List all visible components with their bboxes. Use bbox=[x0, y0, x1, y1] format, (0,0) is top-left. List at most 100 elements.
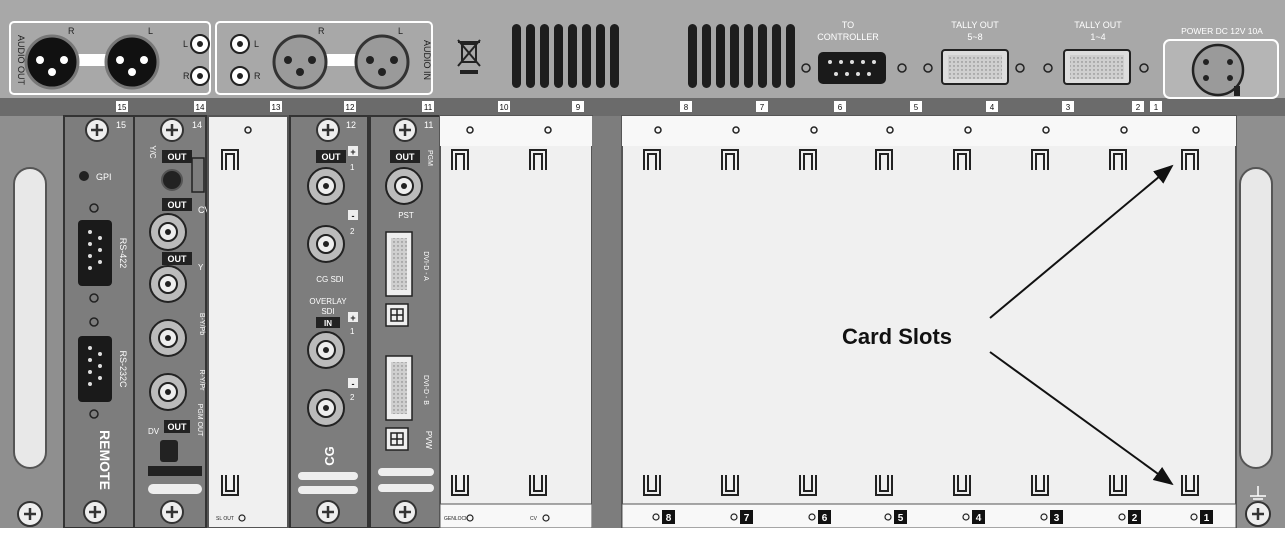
vent-slot bbox=[526, 24, 535, 88]
svg-text:PST: PST bbox=[398, 211, 414, 220]
svg-text:DV: DV bbox=[148, 427, 160, 436]
svg-text:-: - bbox=[352, 211, 355, 221]
slot-number-label: 7 bbox=[760, 103, 765, 112]
svg-text:+: + bbox=[350, 147, 355, 157]
vent-slot bbox=[540, 24, 549, 88]
vent-slot bbox=[688, 24, 697, 88]
svg-text:OUT: OUT bbox=[168, 152, 188, 162]
card-number-label: 3 bbox=[1054, 513, 1060, 524]
svg-text:1~4: 1~4 bbox=[1090, 32, 1105, 42]
svg-text:AUDIO IN: AUDIO IN bbox=[422, 40, 432, 80]
svg-text:OUT: OUT bbox=[322, 152, 342, 162]
svg-text:IN: IN bbox=[324, 319, 332, 328]
svg-text:SDI: SDI bbox=[321, 307, 334, 316]
vent-slot bbox=[554, 24, 563, 88]
slot-number-label: 15 bbox=[118, 103, 127, 112]
left-handle bbox=[13, 167, 47, 469]
slot-number-label: 12 bbox=[346, 103, 355, 112]
vent-slot bbox=[758, 24, 767, 88]
svg-text:L: L bbox=[183, 39, 188, 49]
svg-text:1: 1 bbox=[350, 327, 355, 336]
card-number-label: 4 bbox=[976, 513, 982, 524]
chassis-divider bbox=[592, 116, 622, 528]
svg-text:5~8: 5~8 bbox=[967, 32, 982, 42]
vent-slot bbox=[702, 24, 711, 88]
video-output-card: 14 Y/C OUT OUT CV OUT Y B-Y/Pb R-Y/Pr PG… bbox=[133, 115, 211, 529]
vent-slot bbox=[730, 24, 739, 88]
svg-text:POWER DC 12V 10A: POWER DC 12V 10A bbox=[1181, 26, 1263, 36]
svg-text:R: R bbox=[318, 26, 325, 36]
slot-number-label: 1 bbox=[1154, 103, 1159, 112]
svg-text:SL OUT: SL OUT bbox=[216, 516, 234, 522]
svg-text:TALLY OUT: TALLY OUT bbox=[951, 20, 999, 30]
corner-screw-left bbox=[17, 501, 43, 527]
vent-slot bbox=[716, 24, 725, 88]
svg-text:Y/C: Y/C bbox=[148, 145, 157, 159]
svg-text:CV: CV bbox=[530, 516, 538, 522]
svg-text:PVW: PVW bbox=[424, 431, 433, 450]
svg-text:OUT: OUT bbox=[396, 152, 416, 162]
vent-slot bbox=[568, 24, 577, 88]
svg-text:REMOTE: REMOTE bbox=[97, 430, 113, 490]
cg-card: 12 OUT + 1 - 2 CG SDI OVERLAY SDI IN + 1… bbox=[289, 115, 369, 529]
slot-number-label: 2 bbox=[1136, 103, 1141, 112]
svg-text:GPI: GPI bbox=[96, 172, 112, 182]
rear-panel-diagram: AUDIO OUT R L L R AUDIO IN L R R L TO CO… bbox=[0, 0, 1285, 529]
slot-number-label: 4 bbox=[990, 103, 995, 112]
svg-text:+: + bbox=[350, 313, 355, 323]
remote-card: 15 GPI RS-422 RS-232C REMOTE bbox=[63, 115, 135, 529]
corner-screw-right bbox=[1245, 501, 1271, 527]
svg-text:R-Y/Pr: R-Y/Pr bbox=[198, 370, 205, 392]
svg-text:12: 12 bbox=[346, 120, 356, 130]
svg-text:2: 2 bbox=[350, 393, 355, 402]
vent-slot bbox=[596, 24, 605, 88]
card-number-label: 7 bbox=[744, 513, 750, 524]
vent-slot bbox=[512, 24, 521, 88]
vent-slot bbox=[582, 24, 591, 88]
svg-text:B-Y/Pb: B-Y/Pb bbox=[198, 313, 205, 335]
svg-text:AUDIO OUT: AUDIO OUT bbox=[16, 35, 26, 86]
svg-text:R: R bbox=[68, 26, 75, 36]
svg-text:RS-232C: RS-232C bbox=[118, 350, 128, 388]
card-number-label: 8 bbox=[666, 513, 672, 524]
rear-panel-svg: AUDIO OUT R L L R AUDIO IN L R R L TO CO… bbox=[0, 0, 1285, 529]
empty-slots-8-1: 8 7 6 5 4 3 2 1 bbox=[621, 115, 1237, 529]
slot-number-label: 14 bbox=[196, 103, 205, 112]
pgm-pvw-card: 11 OUT PGM PST DVI-D - A DVI-D - B PVW bbox=[369, 115, 441, 529]
vent-slot bbox=[786, 24, 795, 88]
slot-number-label: 3 bbox=[1066, 103, 1071, 112]
svg-text:R: R bbox=[183, 71, 190, 81]
svg-text:L: L bbox=[398, 26, 403, 36]
svg-text:GENLOCK: GENLOCK bbox=[444, 516, 469, 522]
slot-number-label: 5 bbox=[914, 103, 919, 112]
svg-text:Y: Y bbox=[198, 263, 204, 272]
svg-text:14: 14 bbox=[192, 120, 202, 130]
vent-slot bbox=[744, 24, 753, 88]
svg-text:-: - bbox=[352, 379, 355, 389]
card-number-label: 1 bbox=[1204, 513, 1210, 524]
slot-number-label: 10 bbox=[500, 103, 509, 112]
svg-text:TO: TO bbox=[842, 20, 854, 30]
card-number-label: 5 bbox=[898, 513, 904, 524]
slot-number-strip bbox=[0, 98, 1285, 116]
svg-text:PGM: PGM bbox=[426, 150, 433, 166]
vent-slot bbox=[610, 24, 619, 88]
svg-text:R: R bbox=[254, 71, 261, 81]
svg-text:CG SDI: CG SDI bbox=[316, 275, 344, 284]
slot-number-label: 6 bbox=[838, 103, 843, 112]
svg-text:11: 11 bbox=[424, 120, 433, 130]
svg-text:DVI-D - A: DVI-D - A bbox=[422, 251, 429, 281]
svg-text:1: 1 bbox=[350, 163, 355, 172]
svg-text:CG: CG bbox=[322, 446, 337, 466]
svg-text:OUT: OUT bbox=[168, 254, 188, 264]
slot-number-label: 9 bbox=[576, 103, 581, 112]
svg-text:OVERLAY: OVERLAY bbox=[309, 297, 347, 306]
svg-text:RS-422: RS-422 bbox=[118, 238, 128, 269]
svg-text:DVI-D - B: DVI-D - B bbox=[422, 375, 429, 405]
slot-number-label: 8 bbox=[684, 103, 689, 112]
slot-number-label: 13 bbox=[272, 103, 281, 112]
svg-text:L: L bbox=[148, 26, 153, 36]
svg-text:L: L bbox=[254, 39, 259, 49]
card-number-label: 2 bbox=[1132, 513, 1138, 524]
svg-text:15: 15 bbox=[116, 120, 126, 130]
